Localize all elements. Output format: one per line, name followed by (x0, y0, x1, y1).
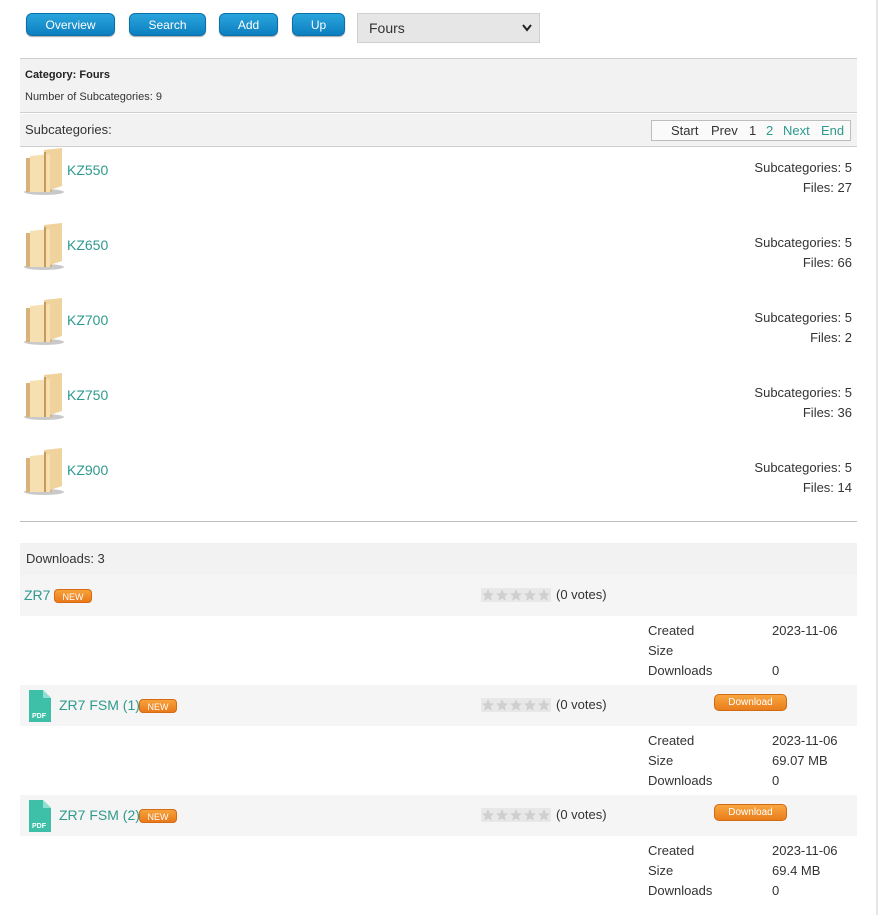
section-divider (20, 521, 857, 522)
subcategory-link[interactable]: KZ550 (67, 162, 108, 178)
created-label: Created (648, 733, 695, 748)
folder-icon (24, 373, 64, 420)
search-button[interactable]: Search (129, 13, 206, 36)
subcategory-files: Files: 2 (810, 330, 852, 345)
pdf-icon-label: PDF (32, 713, 47, 720)
subcategory-stats: Subcategories: 5 Files: 36 (754, 383, 852, 423)
subcategories-header: Subcategories: Start Prev 1 2 Next End (20, 114, 857, 147)
page-right-border (876, 0, 878, 915)
subcategory-row: KZ700 Subcategories: 5 Files: 2 (20, 298, 857, 373)
category-info: Category: Fours Number of Subcategories:… (20, 58, 857, 113)
vote-count: (0 votes) (556, 807, 607, 822)
created-value: 2023-11-06 (772, 843, 838, 858)
downloads-header: Downloads: 3 (20, 543, 857, 575)
pdf-icon-label: PDF (32, 823, 47, 830)
pdf-file-icon: PDF (29, 690, 51, 722)
subcategory-link[interactable]: KZ650 (67, 237, 108, 253)
file-meta: Created 2023-11-06 Size 69.07 MB Downloa… (20, 727, 857, 795)
subcategory-link[interactable]: KZ750 (67, 387, 108, 403)
pdf-file-icon: PDF (29, 800, 51, 832)
category-select-value: Fours (369, 20, 405, 36)
size-value: 69.4 MB (772, 863, 821, 878)
subcategory-files: Files: 66 (802, 255, 852, 270)
subcategory-row: KZ650 Subcategories: 5 Files: 66 (20, 223, 857, 298)
downloads-count: Downloads: 3 (26, 551, 105, 566)
size-label: Size (648, 863, 674, 878)
size-label: Size (648, 753, 674, 768)
subcategory-link[interactable]: KZ700 (67, 312, 108, 328)
created-label: Created (648, 843, 695, 858)
file-meta: Created 2023-11-06 Size 69.4 MB Download… (20, 837, 857, 905)
subcategory-subcats: Subcategories: 5 (754, 460, 852, 475)
downloads-value: 0 (772, 883, 780, 898)
category-select[interactable]: Fours (357, 13, 540, 43)
folder-icon (24, 148, 64, 195)
subcategory-subcats: Subcategories: 5 (754, 160, 852, 175)
folder-icon (24, 223, 64, 270)
download-button[interactable]: Download (714, 804, 787, 821)
add-button[interactable]: Add (219, 13, 278, 36)
downloads-value: 0 (772, 773, 780, 788)
subcategory-link[interactable]: KZ900 (67, 462, 108, 478)
created-label: Created (648, 623, 695, 638)
file-row: PDF ZR7 FSM (2) NEW (0 votes) Download (20, 795, 857, 836)
up-button[interactable]: Up (292, 13, 345, 36)
subcategory-subcats: Subcategories: 5 (754, 235, 852, 250)
subcategory-row: KZ900 Subcategories: 5 Files: 14 (20, 448, 857, 523)
file-row: PDF ZR7 FSM (1) NEW (0 votes) Download (20, 685, 857, 726)
subcategory-stats: Subcategories: 5 Files: 27 (754, 158, 852, 198)
pagination: Start Prev 1 2 Next End (651, 120, 851, 141)
subcategory-subcats: Subcategories: 5 (754, 385, 852, 400)
download-button[interactable]: Download (714, 694, 787, 711)
new-badge: NEW (139, 699, 177, 713)
subcategory-row: KZ550 Subcategories: 5 Files: 27 (20, 148, 857, 223)
subcategory-count: Number of Subcategories: 9 (25, 91, 162, 103)
subcategory-subcats: Subcategories: 5 (754, 310, 852, 325)
chevron-down-icon (522, 14, 532, 52)
size-label: Size (648, 643, 674, 658)
file-meta: Created 2023-11-06 Size Downloads 0 (20, 617, 857, 685)
file-link[interactable]: ZR7 FSM (1) (59, 697, 140, 713)
new-badge: NEW (54, 589, 92, 603)
pager-start: Start (671, 123, 699, 138)
rating-stars[interactable] (481, 698, 551, 712)
file-link[interactable]: ZR7 FSM (2) (59, 807, 140, 823)
pager-page-1: 1 (749, 123, 757, 138)
created-value: 2023-11-06 (772, 623, 838, 638)
pager-next[interactable]: Next (783, 121, 810, 140)
downloads-label: Downloads (648, 663, 713, 678)
pager-page-2[interactable]: 2 (766, 121, 773, 140)
subcategories-label: Subcategories: (25, 122, 112, 137)
subcategory-stats: Subcategories: 5 Files: 14 (754, 458, 852, 498)
new-badge: NEW (139, 809, 177, 823)
vote-count: (0 votes) (556, 697, 607, 712)
size-value: 69.07 MB (772, 753, 828, 768)
file-row: ZR7 NEW (0 votes) (20, 575, 857, 616)
pager-prev: Prev (711, 123, 738, 138)
rating-stars[interactable] (481, 808, 551, 822)
downloads-label: Downloads (648, 773, 713, 788)
created-value: 2023-11-06 (772, 733, 838, 748)
subcategory-row: KZ750 Subcategories: 5 Files: 36 (20, 373, 857, 448)
overview-button[interactable]: Overview (26, 13, 115, 36)
downloads-value: 0 (772, 663, 780, 678)
subcategory-files: Files: 27 (802, 180, 852, 195)
file-link[interactable]: ZR7 (24, 587, 50, 603)
subcategory-files: Files: 36 (802, 405, 852, 420)
subcategory-stats: Subcategories: 5 Files: 66 (754, 233, 852, 273)
category-title: Category: Fours (25, 69, 110, 81)
rating-stars[interactable] (481, 588, 551, 602)
pager-end[interactable]: End (821, 121, 844, 140)
vote-count: (0 votes) (556, 587, 607, 602)
subcategory-stats: Subcategories: 5 Files: 2 (754, 308, 852, 348)
folder-icon (24, 298, 64, 345)
folder-icon (24, 448, 64, 495)
subcategory-files: Files: 14 (802, 480, 852, 495)
downloads-label: Downloads (648, 883, 713, 898)
